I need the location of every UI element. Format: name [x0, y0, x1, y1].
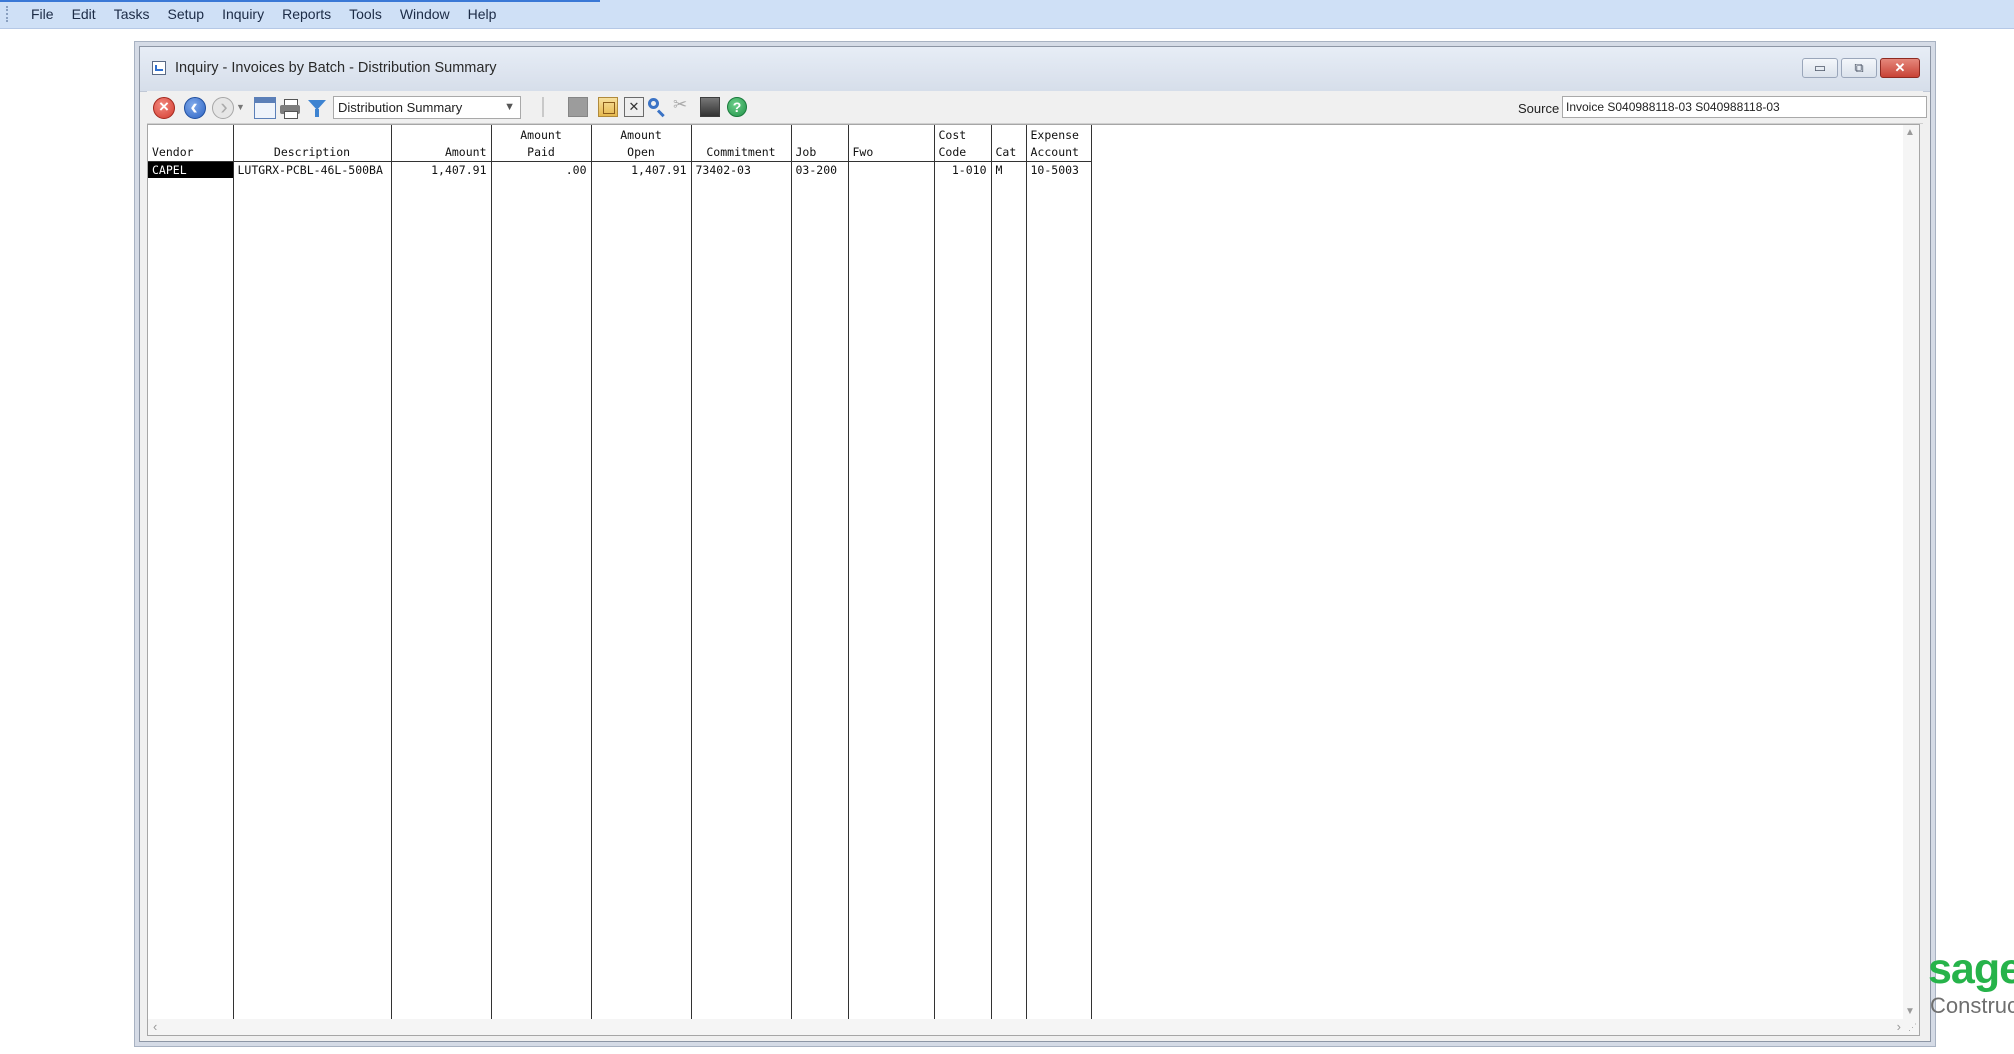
toolbar: ▼ Distribution Summary ▼ Source Invoice … [147, 91, 1927, 124]
scroll-left-icon[interactable]: ‹ [153, 1019, 157, 1034]
menu-inquiry[interactable]: Inquiry [213, 3, 273, 25]
distribution-grid[interactable]: Vendor Description Amount Amount Paid Amo… [147, 124, 1920, 1036]
cell-vendor[interactable]: CAPEL [148, 161, 234, 179]
scroll-up-icon[interactable]: ▲ [1905, 127, 1915, 138]
logo-subtext: Construct [1930, 993, 2014, 1018]
window-title-bar[interactable]: Inquiry - Invoices by Batch - Distributi… [140, 47, 1930, 92]
menu-setup[interactable]: Setup [158, 3, 213, 25]
cell-fwo[interactable] [848, 161, 935, 179]
source-field[interactable]: Invoice S040988118-03 S040988118-03 [1562, 96, 1927, 118]
restore-icon: ⧉ [1854, 60, 1864, 75]
menu-bar-accent [0, 0, 600, 2]
col-header-cost-code[interactable]: Cost Code [934, 125, 992, 162]
col-header-expense-account[interactable]: Expense Account [1026, 125, 1092, 162]
help-icon[interactable] [727, 97, 747, 117]
col-header-amount[interactable]: Amount [391, 125, 492, 162]
menu-tasks[interactable]: Tasks [105, 3, 159, 25]
menu-edit[interactable]: Edit [63, 3, 105, 25]
col-header-commitment[interactable]: Commitment [691, 125, 792, 162]
minimize-button[interactable]: ▭ [1802, 58, 1838, 78]
close-icon: ✕ [1894, 60, 1906, 75]
menu-grip-handle[interactable] [6, 6, 12, 22]
view-selector-value: Distribution Summary [338, 100, 463, 115]
minimize-icon: ▭ [1813, 60, 1827, 75]
view-selector[interactable]: Distribution Summary ▼ [333, 96, 521, 119]
history-dropdown-icon[interactable]: ▼ [236, 102, 246, 124]
cell-cat[interactable]: M [991, 161, 1027, 179]
menu-window[interactable]: Window [391, 3, 459, 25]
distribution-table: Vendor Description Amount Amount Paid Amo… [148, 125, 1092, 1035]
sage-logo: sage Construct [1928, 946, 2014, 1026]
maximize-button[interactable]: ⧉ [1841, 58, 1877, 78]
document-icon[interactable] [598, 97, 618, 117]
cell-description[interactable]: LUTGRX-PCBL-46L-500BA [233, 161, 392, 179]
col-header-vendor[interactable]: Vendor [148, 125, 234, 162]
cell-cost-code[interactable]: 1-010 [934, 161, 992, 179]
menu-file[interactable]: File [22, 3, 63, 25]
scroll-right-icon[interactable]: › [1897, 1019, 1901, 1034]
filter-icon[interactable] [306, 97, 328, 119]
back-icon[interactable] [184, 94, 206, 120]
logo-brand-text: sage [1928, 946, 2014, 993]
table-row[interactable]: CAPEL LUTGRX-PCBL-46L-500BA 1,407.91 .00… [148, 161, 1092, 179]
table-header-row: Vendor Description Amount Amount Paid Amo… [148, 125, 1092, 162]
cancel-icon[interactable] [153, 97, 175, 119]
clear-icon[interactable] [624, 97, 644, 117]
col-header-fwo[interactable]: Fwo [848, 125, 935, 162]
col-header-description[interactable]: Description [233, 125, 392, 162]
horizontal-scrollbar[interactable]: ‹ › [148, 1019, 1903, 1035]
cell-amount[interactable]: 1,407.91 [391, 161, 492, 179]
cell-amount-open[interactable]: 1,407.91 [591, 161, 692, 179]
cell-amount-paid[interactable]: .00 [491, 161, 592, 179]
export-icon[interactable] [700, 97, 720, 117]
resize-grip-icon[interactable]: ⋰ [1908, 1022, 1917, 1033]
menu-tools[interactable]: Tools [340, 3, 391, 25]
window-app-icon[interactable] [152, 61, 166, 75]
table-empty-area [148, 179, 1092, 1035]
source-label: Source [1518, 101, 1560, 116]
col-header-cat[interactable]: Cat [991, 125, 1027, 162]
forward-icon[interactable] [212, 94, 234, 120]
separator-icon [542, 97, 562, 117]
close-button[interactable]: ✕ [1880, 58, 1920, 78]
search-icon[interactable] [647, 97, 667, 117]
window-title: Inquiry - Invoices by Batch - Distributi… [175, 60, 497, 76]
inquiry-window: Inquiry - Invoices by Batch - Distributi… [139, 46, 1931, 1042]
scroll-down-icon[interactable]: ▼ [1905, 1006, 1915, 1017]
cell-expense-account[interactable]: 10-5003 [1026, 161, 1092, 179]
cell-commitment[interactable]: 73402-03 [691, 161, 792, 179]
menu-reports[interactable]: Reports [273, 3, 340, 25]
col-header-amount-paid[interactable]: Amount Paid [491, 125, 592, 162]
col-header-amount-open[interactable]: Amount Open [591, 125, 692, 162]
grid-view-icon[interactable] [568, 97, 588, 117]
cut-icon[interactable] [673, 95, 693, 117]
window-controls: ▭ ⧉ ✕ [1802, 58, 1920, 78]
menu-bar: File Edit Tasks Setup Inquiry Reports To… [0, 0, 2014, 29]
calendar-icon[interactable] [254, 97, 276, 119]
vertical-scrollbar[interactable]: ▲ ▼ [1903, 125, 1919, 1035]
col-header-job[interactable]: Job [791, 125, 849, 162]
chevron-down-icon: ▼ [504, 101, 515, 113]
print-icon[interactable] [279, 97, 301, 119]
menu-help[interactable]: Help [459, 3, 506, 25]
cell-job[interactable]: 03-200 [791, 161, 849, 179]
